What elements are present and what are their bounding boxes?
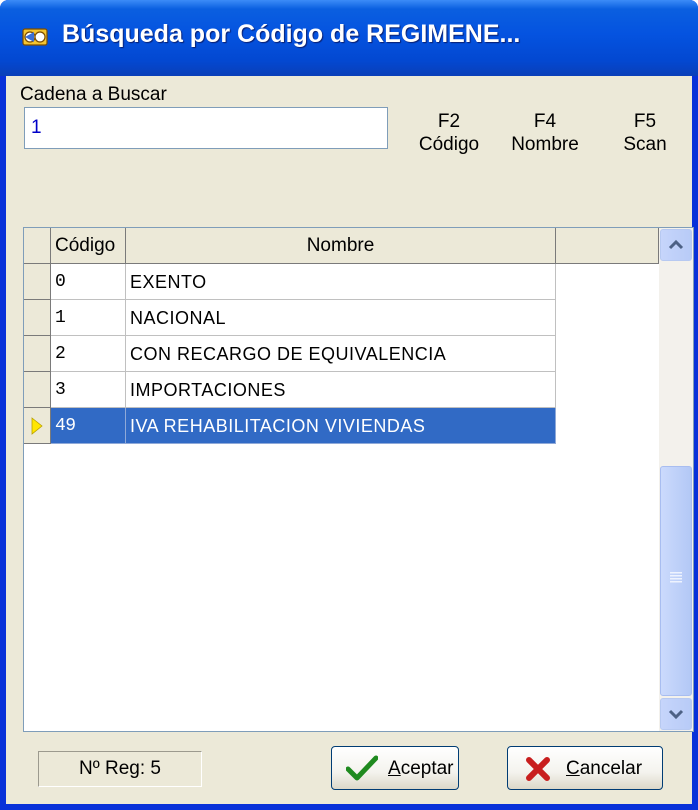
window-title: Búsqueda por Código de REGIMENE... [62,20,521,48]
accept-button-label: Aceptar [388,758,454,780]
table-row-codigo-selected[interactable]: 49 [51,408,126,444]
scroll-up-button[interactable] [660,229,692,261]
record-count-status: Nº Reg: 5 [38,751,202,787]
row-indicator-cell[interactable] [24,372,51,408]
binoculars-icon [22,28,48,46]
fkey-scan-label: Scan [623,134,667,155]
table-row-nombre-selected[interactable]: IVA REHABILITACION VIVIENDAS [126,408,556,444]
table-row-codigo[interactable]: 3 [51,372,126,408]
accept-label-rest: ceptar [400,758,454,779]
header-indicator-cell [24,228,51,264]
vertical-scrollbar[interactable] [659,228,693,731]
results-grid[interactable]: Código Nombre 0 EXENTO 1 NACIONAL 2 CON … [23,227,694,732]
table-row-codigo[interactable]: 2 [51,336,126,372]
fkey-scan-button[interactable]: F5 Scan [616,110,674,156]
cancel-label-rest: ancelar [579,758,643,779]
table-row-codigo[interactable]: 0 [51,264,126,300]
column-header-codigo[interactable]: Código [51,228,126,264]
fkey-codigo-button[interactable]: F2 Código [416,110,482,156]
search-input[interactable] [24,107,388,149]
scroll-down-button[interactable] [660,698,692,730]
table-row-codigo[interactable]: 1 [51,300,126,336]
x-icon [526,757,550,781]
table-row-nombre[interactable]: EXENTO [126,264,556,300]
row-indicator-cell[interactable] [24,300,51,336]
scroll-thumb[interactable] [660,466,692,696]
fkey-nombre-key: F4 [533,111,557,132]
triangle-right-icon [31,417,43,435]
search-dialog-window: Búsqueda por Código de REGIMENE... Caden… [0,0,698,810]
fkey-codigo-key: F2 [437,111,461,132]
cancel-button-label: Cancelar [566,758,642,780]
column-header-nombre[interactable]: Nombre [126,228,556,264]
chevron-up-icon [668,239,684,250]
table-row-nombre[interactable]: CON RECARGO DE EQUIVALENCIA [126,336,556,372]
accept-mnemonic: A [388,758,401,779]
row-indicator-cell[interactable] [24,336,51,372]
fkey-nombre-button[interactable]: F4 Nombre [506,110,584,156]
grip-icon [670,572,682,583]
table-row-nombre[interactable]: NACIONAL [126,300,556,336]
cancel-mnemonic: C [566,758,580,779]
title-bar[interactable]: Búsqueda por Código de REGIMENE... [0,0,698,76]
accept-button[interactable]: Aceptar [331,746,459,790]
row-indicator-cell[interactable] [24,264,51,300]
cancel-button[interactable]: Cancelar [507,746,663,790]
fkey-nombre-label: Nombre [511,134,579,155]
search-label: Cadena a Buscar [20,84,167,105]
row-indicator-cell-current[interactable] [24,408,51,444]
table-row-nombre[interactable]: IMPORTACIONES [126,372,556,408]
fkey-scan-key: F5 [633,111,657,132]
column-header-filler [556,228,659,264]
chevron-down-icon [668,709,684,720]
fkey-codigo-label: Código [418,134,480,155]
window-border-bottom [0,804,698,810]
checkmark-icon [346,755,378,781]
